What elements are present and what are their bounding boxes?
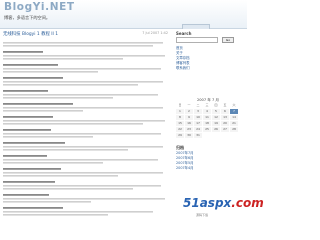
calendar-day[interactable]: 4: [203, 109, 211, 114]
watermark-prefix: 51aspx: [183, 196, 232, 210]
sidebar: Search Go 首页 关于 文章存档 博客列表 联系我们: [176, 31, 244, 71]
calendar-day[interactable]: 15: [176, 121, 184, 126]
archive-links: 2007年7月 2007年6月 2007年5月 2007年4月: [176, 151, 244, 171]
nav-tab[interactable]: [182, 24, 210, 29]
calendar-day[interactable]: 13: [221, 115, 229, 120]
calendar-day[interactable]: 31: [194, 133, 202, 138]
sidebar-link[interactable]: 联系我们: [176, 66, 244, 71]
calendar-weekday: 五: [223, 103, 227, 107]
calendar-grid: 日一二三四五六 1 2 3 4 5 6 7 8 9 10 11 12 13 14 15 16 17 18 19 20 21…: [176, 103, 240, 138]
calendar-day[interactable]: 12: [212, 115, 220, 120]
calendar-day[interactable]: 9: [185, 115, 193, 120]
search-row: Go: [176, 37, 244, 46]
calendar: 2007 年 7 月 日一二三四五六 1 2 3 4 5 6 7 8 9 10 11 12 13 14 15 1…: [176, 98, 240, 138]
calendar-day[interactable]: 3: [194, 109, 202, 114]
watermark-sub: 源码下载: [196, 213, 209, 217]
search-input[interactable]: [176, 37, 218, 43]
calendar-day[interactable]: 11: [203, 115, 211, 120]
site-tagline: 博客，多语言下的空间。: [4, 15, 51, 20]
calendar-day[interactable]: 6: [221, 109, 229, 114]
sidebar-links: 首页 关于 文章存档 博客列表 联系我们: [176, 46, 244, 71]
calendar-day[interactable]: 8: [176, 115, 184, 120]
calendar-weekday: 六: [232, 103, 236, 107]
calendar-day[interactable]: 2: [185, 109, 193, 114]
calendar-weekday: 四: [214, 103, 218, 107]
calendar-day[interactable]: 22: [176, 127, 184, 132]
calendar-day[interactable]: 10: [194, 115, 202, 120]
calendar-day[interactable]: 19: [212, 121, 220, 126]
search-button[interactable]: Go: [222, 37, 234, 43]
post-body: [3, 42, 168, 220]
calendar-weekday: 一: [187, 103, 191, 107]
calendar-day[interactable]: 30: [185, 133, 193, 138]
calendar-day[interactable]: 14: [230, 115, 238, 120]
calendar-day[interactable]: 25: [203, 127, 211, 132]
calendar-weekday: 二: [196, 103, 200, 107]
watermark-logo: 51aspx.com: [183, 196, 264, 210]
calendar-day[interactable]: 5: [212, 109, 220, 114]
calendar-day[interactable]: 17: [194, 121, 202, 126]
archives: 归档 2007年7月 2007年6月 2007年5月 2007年4月: [176, 145, 244, 171]
calendar-day[interactable]: 18: [203, 121, 211, 126]
site-header: BlogYi.NET 博客，多语言下的空间。: [0, 0, 247, 29]
archive-link[interactable]: 2007年4月: [176, 166, 244, 171]
calendar-day[interactable]: 16: [185, 121, 193, 126]
post: 无线科技 Blogyi 1 教程 II 1 7 Jul 2007 1:42: [3, 31, 168, 37]
site-title[interactable]: BlogYi.NET: [4, 1, 75, 13]
calendar-day[interactable]: 21: [230, 121, 238, 126]
post-body-lines: [3, 42, 165, 216]
calendar-weekday: 日: [178, 103, 182, 107]
calendar-day[interactable]: 24: [194, 127, 202, 132]
calendar-day[interactable]: 28: [230, 127, 238, 132]
calendar-day[interactable]: 29: [176, 133, 184, 138]
post-meta: 7 Jul 2007 1:42: [142, 31, 168, 35]
calendar-day[interactable]: 27: [221, 127, 229, 132]
watermark-suffix: .com: [231, 196, 264, 210]
calendar-day[interactable]: 1: [176, 109, 184, 114]
calendar-day[interactable]: 26: [212, 127, 220, 132]
calendar-weekday: 三: [205, 103, 209, 107]
calendar-day[interactable]: 7: [230, 109, 238, 114]
calendar-day[interactable]: 20: [221, 121, 229, 126]
calendar-day[interactable]: 23: [185, 127, 193, 132]
